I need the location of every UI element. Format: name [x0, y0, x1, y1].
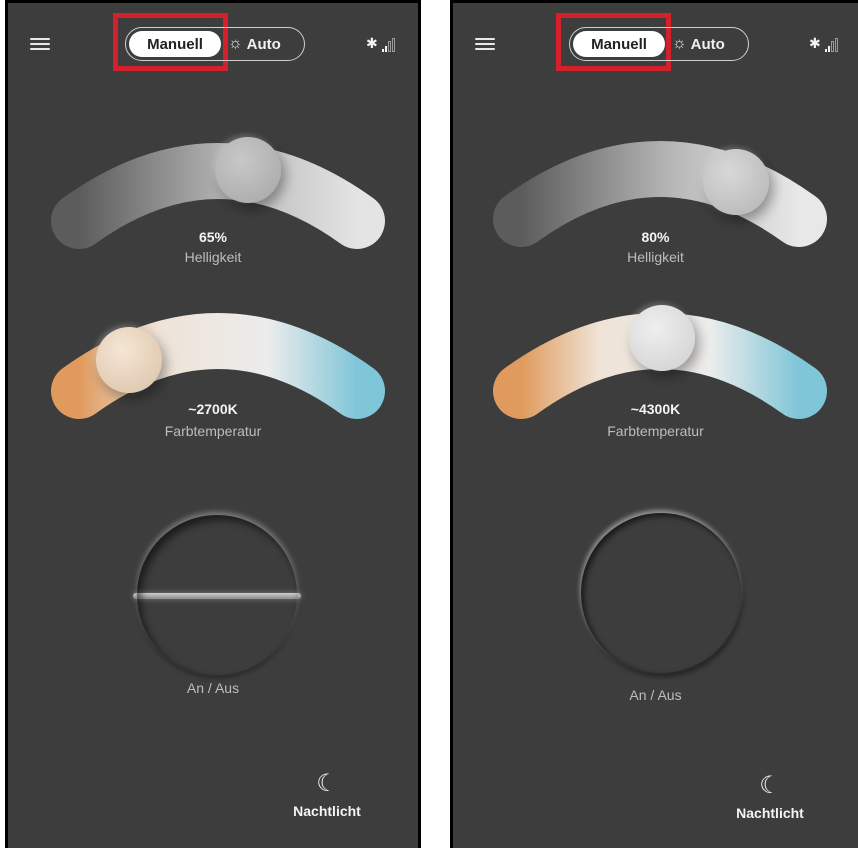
brightness-label: Helligkeit: [184, 249, 242, 265]
color-temperature-label: Farbtemperatur: [164, 423, 262, 439]
phone-screen-right: Manuell ☼ Auto ✱ 80% Helligkeit ~4300K F…: [450, 0, 858, 848]
sun-icon: ☼: [672, 35, 687, 52]
phone-screen-left: Manuell ☼ Auto ✱ 65% Helligkeit ~2700K F…: [5, 0, 421, 848]
manual-mode-button[interactable]: Manuell: [573, 31, 665, 57]
color-temperature-slider-knob[interactable]: [629, 305, 695, 371]
brightness-label: Helligkeit: [627, 249, 684, 265]
nightlight-label: Nachtlicht: [736, 805, 804, 821]
power-toggle-button[interactable]: [133, 515, 301, 675]
brightness-slider-knob[interactable]: [215, 137, 281, 203]
nightlight-button[interactable]: ☾ Nachtlicht: [282, 769, 372, 819]
auto-mode-button[interactable]: ☼ Auto: [672, 31, 744, 57]
brightness-slider-knob[interactable]: [703, 149, 769, 215]
bluetooth-icon: ✱: [809, 35, 821, 51]
status-indicators: ✱: [809, 35, 838, 52]
power-icon: [137, 515, 297, 675]
auto-mode-label: Auto: [690, 35, 725, 53]
manual-mode-button[interactable]: Manuell: [129, 31, 221, 57]
bluetooth-icon: ✱: [366, 35, 378, 51]
color-temperature-slider-knob[interactable]: [96, 327, 162, 393]
power-label: An / Aus: [629, 687, 682, 703]
color-temperature-value: ~4300K: [630, 401, 681, 417]
nightlight-label: Nachtlicht: [293, 803, 361, 819]
signal-icon: [381, 38, 395, 52]
mode-toggle: Manuell ☼ Auto: [569, 27, 749, 61]
nightlight-button[interactable]: ☾ Nachtlicht: [725, 771, 815, 821]
power-toggle-button[interactable]: [581, 513, 741, 673]
power-icon: [581, 513, 741, 673]
menu-icon[interactable]: [475, 35, 495, 51]
brightness-value: 80%: [641, 229, 670, 245]
menu-icon[interactable]: [30, 35, 50, 51]
auto-mode-button[interactable]: ☼ Auto: [228, 31, 300, 57]
sun-icon: ☼: [228, 35, 243, 52]
power-label: An / Aus: [186, 680, 240, 696]
signal-icon: [824, 38, 838, 52]
auto-mode-label: Auto: [246, 35, 281, 53]
status-indicators: ✱: [366, 35, 395, 52]
brightness-value: 65%: [198, 229, 228, 245]
moon-icon: ☾: [316, 770, 338, 797]
moon-icon: ☾: [759, 772, 781, 799]
color-temperature-value: ~2700K: [188, 401, 238, 417]
color-temperature-label: Farbtemperatur: [607, 423, 704, 439]
mode-toggle: Manuell ☼ Auto: [125, 27, 305, 61]
